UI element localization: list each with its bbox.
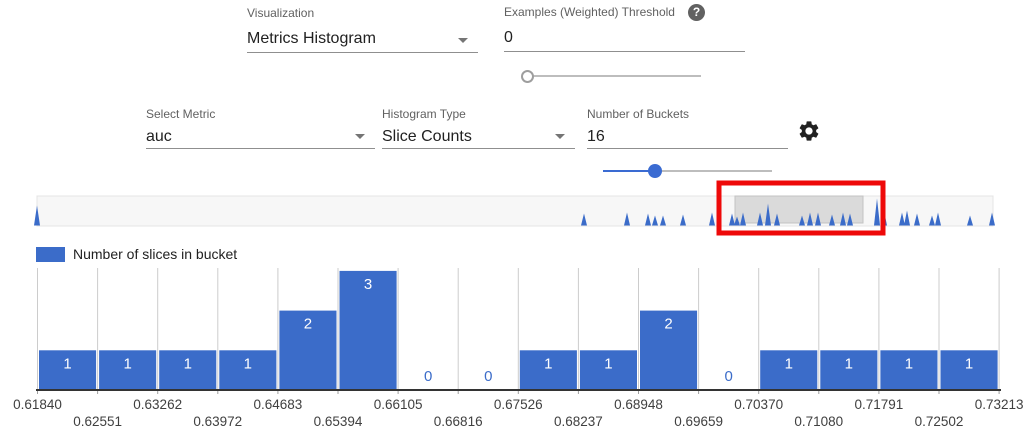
legend-label: Number of slices in bucket — [73, 246, 237, 262]
histogram-type-value: Slice Counts — [382, 127, 575, 148]
axis-tick-label: 0.66816 — [434, 414, 483, 429]
bar-count-label: 1 — [845, 355, 853, 372]
visualization-label: Visualization — [247, 6, 478, 20]
histogram-type-select[interactable]: Histogram Type Slice Counts — [382, 107, 575, 149]
bar-count-label: 0 — [484, 368, 492, 385]
bar-count-label: 1 — [905, 355, 913, 372]
axis-tick-label: 0.65394 — [314, 414, 363, 429]
axis-tick-label: 0.71791 — [854, 397, 903, 412]
bar-count-label: 1 — [604, 355, 612, 372]
bar-count-label: 1 — [965, 355, 973, 372]
num-buckets-value: 16 — [587, 127, 788, 148]
bar-count-label: 1 — [785, 355, 793, 372]
axis-tick-label: 0.68948 — [614, 397, 663, 412]
select-metric-value: auc — [146, 127, 375, 148]
num-buckets-label: Number of Buckets — [587, 107, 788, 121]
num-buckets-slider[interactable] — [603, 163, 772, 179]
bar-count-label: 1 — [184, 355, 192, 372]
bar-count-label: 1 — [544, 355, 552, 372]
bar-count-label: 0 — [424, 368, 432, 385]
bar-count-label: 2 — [304, 316, 312, 333]
chart-legend: Number of slices in bucket — [36, 246, 237, 262]
bar-count-label: 3 — [364, 276, 372, 293]
examples-threshold-input[interactable]: Examples (Weighted) Threshold 0 — [504, 5, 745, 52]
examples-threshold-value: 0 — [504, 28, 745, 51]
chevron-down-icon — [555, 134, 565, 139]
bar-count-label: 0 — [724, 368, 732, 385]
axis-tick-label: 0.67526 — [494, 397, 543, 412]
slider-thumb[interactable] — [521, 70, 534, 83]
legend-swatch — [36, 247, 65, 262]
axis-tick-label: 0.62551 — [73, 414, 122, 429]
axis-tick-label: 0.70370 — [734, 397, 783, 412]
slider-thumb[interactable] — [648, 164, 662, 178]
visualization-select[interactable]: Visualization Metrics Histogram — [247, 6, 478, 53]
bar-count-label: 1 — [123, 355, 131, 372]
chevron-down-icon — [355, 134, 365, 139]
select-metric-select[interactable]: Select Metric auc — [146, 107, 375, 149]
axis-tick-label: 0.71080 — [794, 414, 843, 429]
examples-threshold-label: Examples (Weighted) Threshold — [504, 5, 745, 19]
help-icon[interactable]: ? — [688, 4, 705, 21]
select-metric-label: Select Metric — [146, 107, 375, 121]
slider-track[interactable] — [527, 75, 701, 77]
axis-tick-label: 0.66105 — [374, 397, 423, 412]
num-buckets-input[interactable]: Number of Buckets 16 — [587, 107, 788, 149]
axis-tick-label: 0.68237 — [554, 414, 603, 429]
axis-tick-label: 0.73213 — [975, 397, 1024, 412]
visualization-value: Metrics Histogram — [247, 29, 478, 52]
axis-tick-label: 0.72502 — [915, 414, 964, 429]
gear-icon[interactable] — [797, 119, 821, 143]
axis-tick-label: 0.63972 — [193, 414, 242, 429]
bar-count-label: 2 — [664, 316, 672, 333]
histogram-type-label: Histogram Type — [382, 107, 575, 121]
axis-tick-label: 0.63262 — [133, 397, 182, 412]
metrics-histogram-chart: 0.61840 0.62551 0.63262 0.63972 0.64683 0.653… — [0, 0, 1024, 432]
examples-threshold-slider[interactable] — [521, 68, 701, 84]
axis-tick-label: 0.61840 — [13, 397, 62, 412]
axis-tick-label: 0.64683 — [253, 397, 302, 412]
bar-count-label: 1 — [244, 355, 252, 372]
axis-tick-label: 0.69659 — [674, 414, 723, 429]
bar-count-label: 1 — [63, 355, 71, 372]
chevron-down-icon — [458, 38, 468, 43]
